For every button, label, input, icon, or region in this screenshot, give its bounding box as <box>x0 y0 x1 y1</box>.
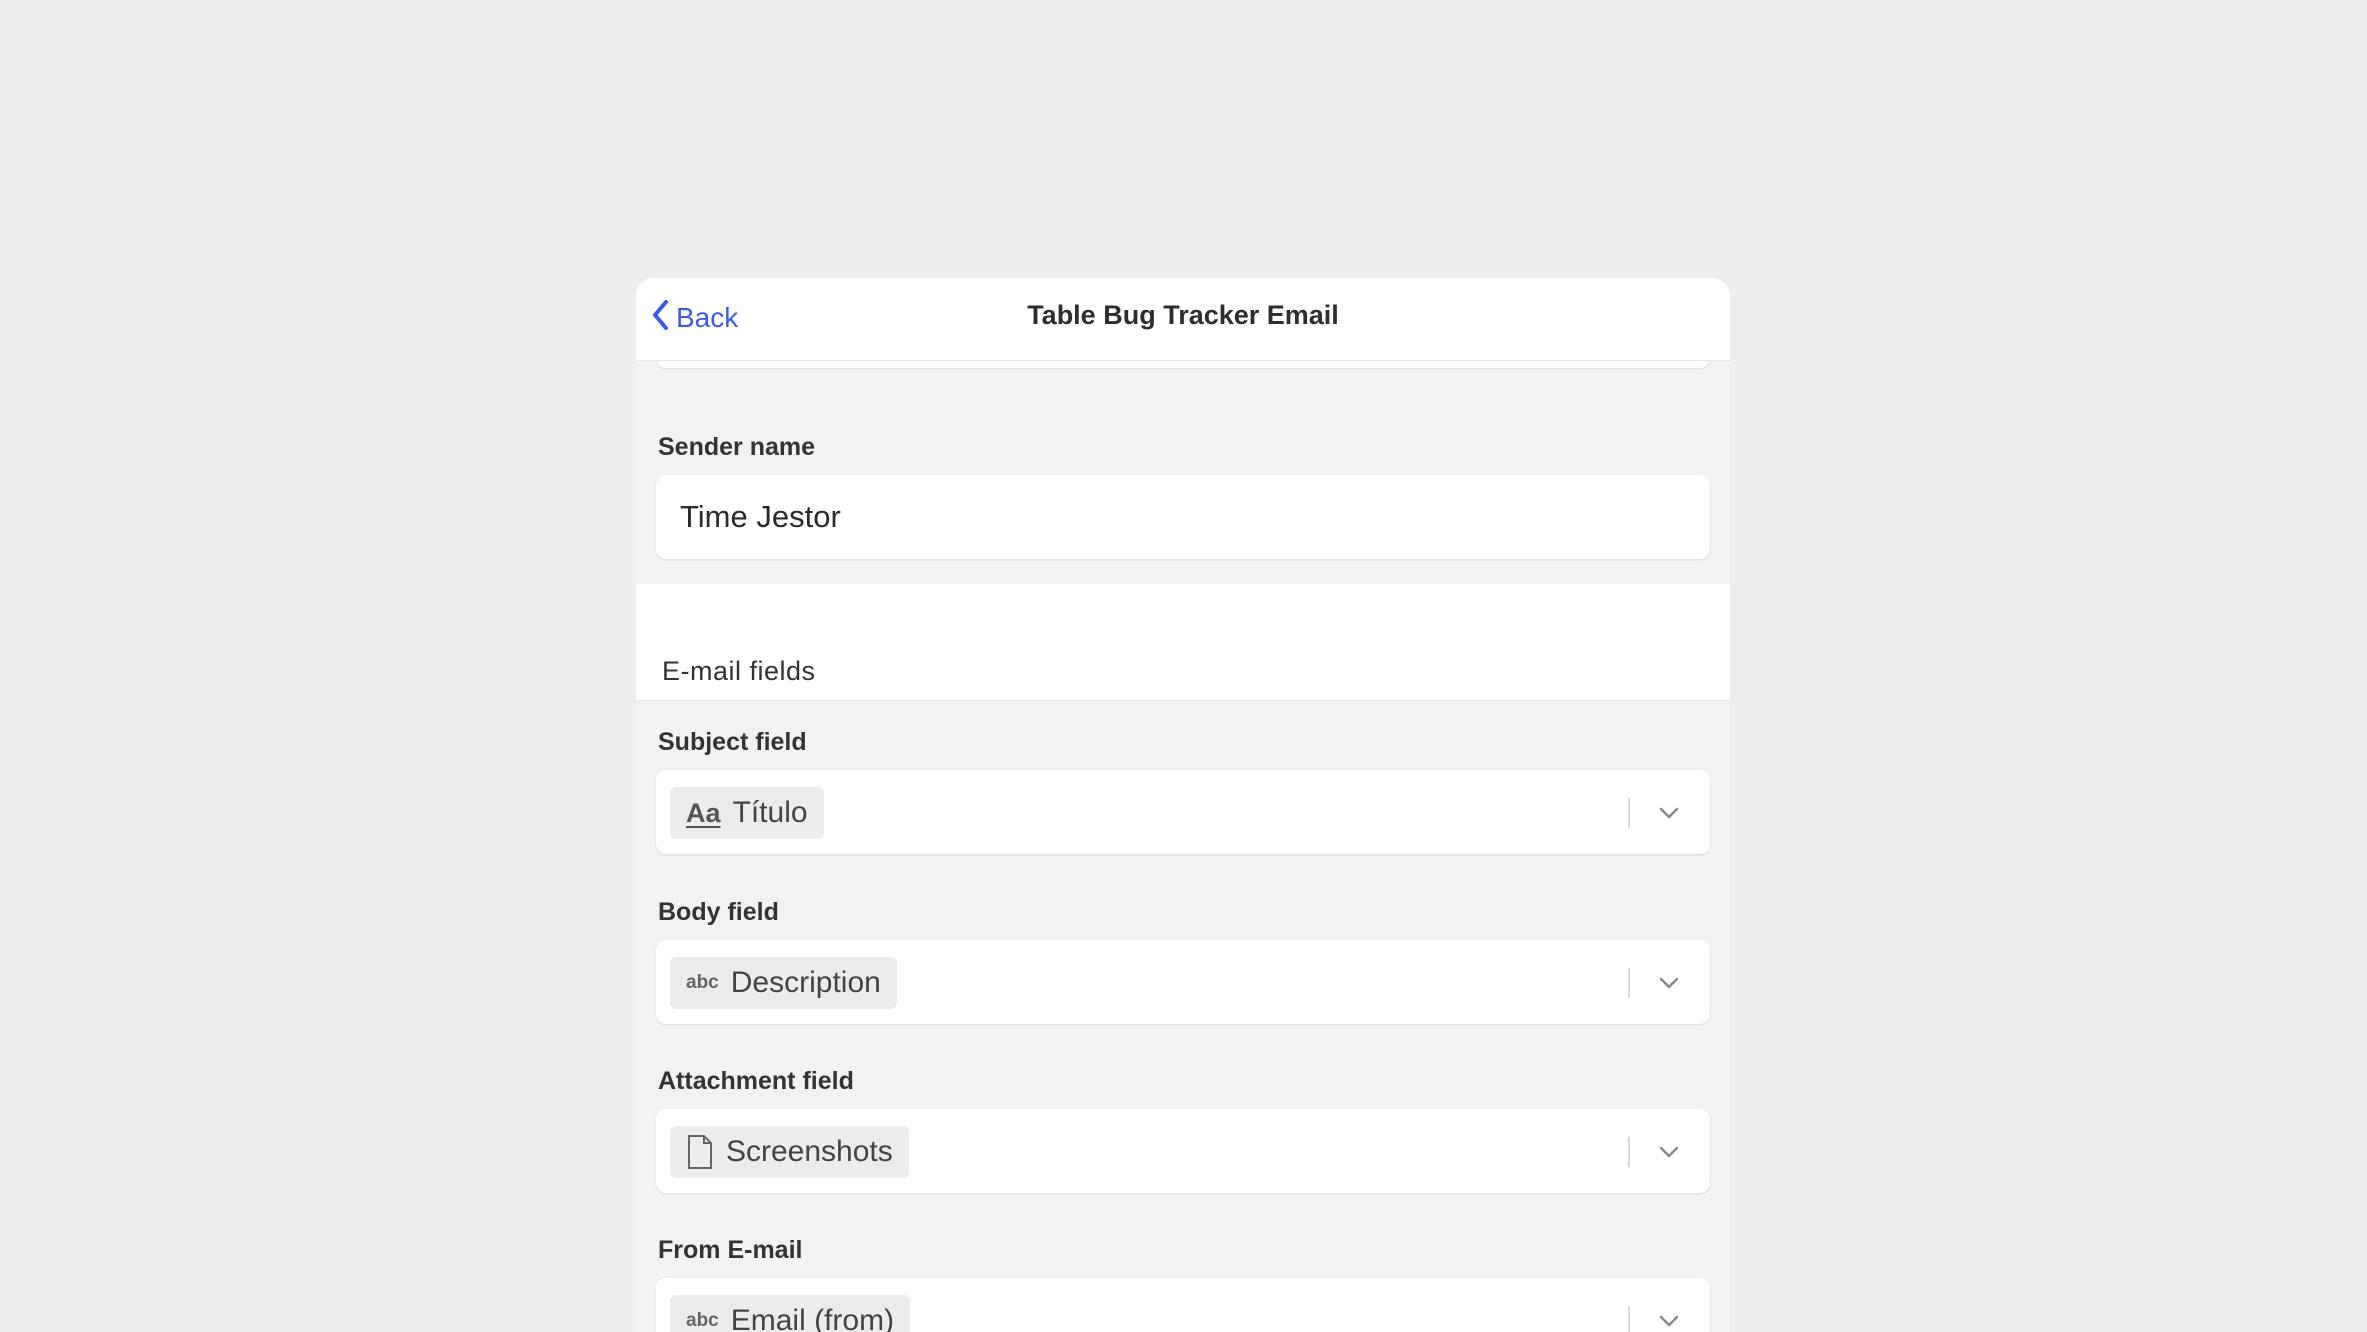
chevron-down-icon[interactable] <box>1656 1139 1682 1165</box>
settings-panel: Back Table Bug Tracker Email Sender name… <box>636 278 1730 1332</box>
string-type-icon: abc <box>686 972 719 993</box>
body-field-select[interactable]: abc Description <box>656 940 1710 1024</box>
attachment-field-select[interactable]: Screenshots <box>656 1109 1710 1193</box>
from-email-select[interactable]: abc Email (from) <box>656 1278 1710 1332</box>
nav-bar: Back Table Bug Tracker Email <box>636 278 1730 361</box>
email-fields-section: E-mail fields <box>636 584 1730 701</box>
page-title: Table Bug Tracker Email <box>1027 300 1339 330</box>
from-email-value: Email (from) <box>730 1304 895 1332</box>
from-email-label: From E-mail <box>658 1236 803 1264</box>
subject-field-label: Subject field <box>658 728 807 756</box>
subject-field-value: Título <box>732 796 808 829</box>
select-divider <box>1628 1306 1630 1332</box>
sender-name-input[interactable]: Time Jestor <box>656 475 1710 559</box>
select-divider <box>1628 798 1630 828</box>
from-email-chip: abc Email (from) <box>670 1295 911 1332</box>
section-title: E-mail fields <box>662 656 816 686</box>
attachment-field-label: Attachment field <box>658 1067 854 1095</box>
subject-field-select[interactable]: Aa Título <box>656 770 1710 854</box>
select-divider <box>1628 1137 1630 1167</box>
text-type-icon: Aa <box>686 797 721 828</box>
body-field-value: Description <box>730 966 881 999</box>
select-divider <box>1628 968 1630 998</box>
body-field-chip: abc Description <box>670 957 897 1009</box>
attachment-field-value: Screenshots <box>726 1135 893 1168</box>
chevron-down-icon[interactable] <box>1656 970 1682 996</box>
attachment-field-chip: Screenshots <box>670 1126 909 1178</box>
chevron-down-icon[interactable] <box>1656 1308 1682 1332</box>
sender-name-label: Sender name <box>658 433 816 461</box>
file-icon <box>686 1134 714 1170</box>
chevron-down-icon[interactable] <box>1656 800 1682 826</box>
body-field-label: Body field <box>658 898 779 926</box>
string-type-icon: abc <box>686 1310 719 1331</box>
subject-field-chip: Aa Título <box>670 787 824 839</box>
